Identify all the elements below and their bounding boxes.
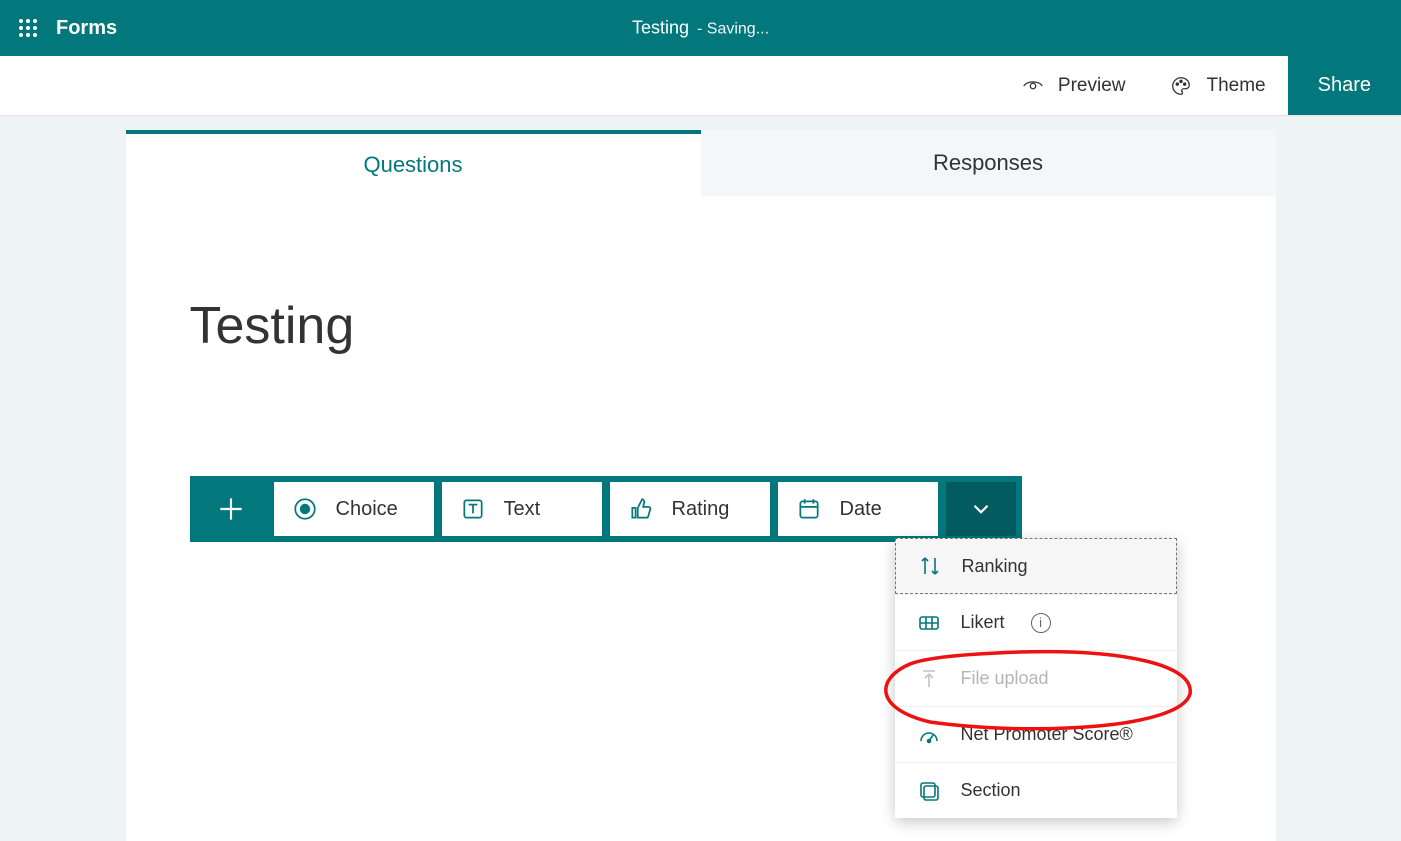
top-bar: Forms Testing - Saving... bbox=[0, 0, 1401, 56]
section-icon bbox=[917, 779, 941, 803]
share-label: Share bbox=[1318, 74, 1371, 97]
text-icon bbox=[460, 496, 486, 522]
preview-label: Preview bbox=[1058, 75, 1126, 97]
form-body: Testing Choice Text Rating bbox=[126, 196, 1276, 841]
app-launcher[interactable] bbox=[4, 4, 52, 52]
form-title[interactable]: Testing bbox=[190, 296, 1212, 356]
date-label: Date bbox=[840, 498, 882, 521]
likert-label: Likert bbox=[961, 612, 1005, 633]
waffle-icon bbox=[18, 18, 38, 38]
section-label: Section bbox=[961, 780, 1021, 801]
ranking-label: Ranking bbox=[962, 556, 1028, 577]
tab-questions[interactable]: Questions bbox=[126, 130, 701, 196]
dropdown-item-likert[interactable]: Likert i bbox=[895, 594, 1177, 650]
dropdown-item-file-upload: File upload bbox=[895, 650, 1177, 706]
dropdown-item-section[interactable]: Section bbox=[895, 762, 1177, 818]
likert-icon bbox=[917, 611, 941, 635]
preview-button[interactable]: Preview bbox=[999, 56, 1148, 115]
theme-button[interactable]: Theme bbox=[1147, 56, 1287, 115]
command-bar: Preview Theme Share bbox=[0, 56, 1401, 116]
add-question-toolbar: Choice Text Rating Date bbox=[190, 476, 1022, 542]
dropdown-item-ranking[interactable]: Ranking bbox=[895, 538, 1177, 594]
calendar-icon bbox=[796, 496, 822, 522]
nps-label: Net Promoter Score® bbox=[961, 724, 1133, 745]
thumbs-up-icon bbox=[628, 496, 654, 522]
add-more-button[interactable] bbox=[946, 482, 1016, 536]
upload-icon bbox=[917, 667, 941, 691]
add-rating-button[interactable]: Rating bbox=[610, 482, 770, 536]
choice-label: Choice bbox=[336, 498, 398, 521]
add-choice-button[interactable]: Choice bbox=[274, 482, 434, 536]
chevron-down-icon bbox=[968, 496, 994, 522]
nps-icon bbox=[917, 723, 941, 747]
text-label: Text bbox=[504, 498, 541, 521]
eye-icon bbox=[1022, 75, 1044, 97]
plus-icon bbox=[215, 493, 247, 525]
radio-icon bbox=[292, 496, 318, 522]
canvas: Questions Responses Testing Choice Text bbox=[0, 116, 1401, 841]
tab-responses[interactable]: Responses bbox=[701, 130, 1276, 196]
theme-label: Theme bbox=[1206, 75, 1265, 97]
share-button[interactable]: Share bbox=[1288, 56, 1401, 115]
dropdown-item-nps[interactable]: Net Promoter Score® bbox=[895, 706, 1177, 762]
header-title-area: Testing - Saving... bbox=[632, 18, 769, 39]
tabs: Questions Responses bbox=[126, 130, 1276, 196]
add-question-button[interactable] bbox=[196, 482, 266, 536]
form-header-title: Testing bbox=[632, 18, 689, 39]
app-name[interactable]: Forms bbox=[56, 17, 117, 40]
form-card: Questions Responses Testing Choice Text bbox=[126, 130, 1276, 841]
save-status: - Saving... bbox=[697, 21, 769, 39]
ranking-icon bbox=[918, 554, 942, 578]
question-type-dropdown: Ranking Likert i File upload Net Promote… bbox=[895, 538, 1177, 818]
rating-label: Rating bbox=[672, 498, 730, 521]
add-date-button[interactable]: Date bbox=[778, 482, 938, 536]
palette-icon bbox=[1170, 75, 1192, 97]
info-icon[interactable]: i bbox=[1031, 613, 1051, 633]
add-text-button[interactable]: Text bbox=[442, 482, 602, 536]
file-upload-label: File upload bbox=[961, 668, 1049, 689]
